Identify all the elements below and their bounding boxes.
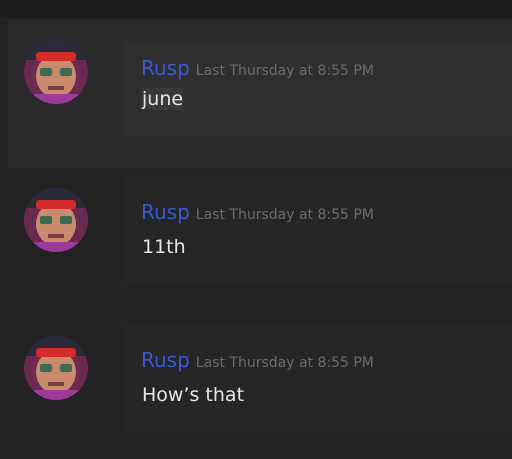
message-item[interactable]: Rusp Last Thursday at 8:55 PM How’s that: [8, 316, 512, 459]
message-content-area: [124, 176, 512, 284]
message-content-area: [124, 324, 512, 432]
message-header: Rusp Last Thursday at 8:55 PM: [141, 348, 374, 372]
username-link[interactable]: Rusp: [141, 200, 190, 224]
user-avatar-icon[interactable]: [24, 188, 88, 252]
message-text: june: [142, 88, 184, 110]
message-header: Rusp Last Thursday at 8:55 PM: [141, 200, 374, 224]
message-item[interactable]: Rusp Last Thursday at 8:55 PM 11th: [8, 168, 512, 316]
user-avatar-icon[interactable]: [24, 336, 88, 400]
message-timestamp: Last Thursday at 8:55 PM: [195, 63, 374, 79]
top-divider: [0, 0, 512, 18]
message-timestamp: Last Thursday at 8:55 PM: [195, 355, 374, 371]
chat-view: Rusp Last Thursday at 8:55 PM june Rusp La…: [0, 0, 512, 459]
message-header: Rusp Last Thursday at 8:55 PM: [141, 56, 374, 80]
user-avatar-icon[interactable]: [24, 40, 88, 104]
message-item[interactable]: Rusp Last Thursday at 8:55 PM june: [8, 20, 512, 168]
username-link[interactable]: Rusp: [141, 348, 190, 372]
username-link[interactable]: Rusp: [141, 56, 190, 80]
message-timestamp: Last Thursday at 8:55 PM: [195, 207, 374, 223]
message-text: 11th: [142, 236, 186, 258]
message-text: How’s that: [142, 384, 245, 406]
